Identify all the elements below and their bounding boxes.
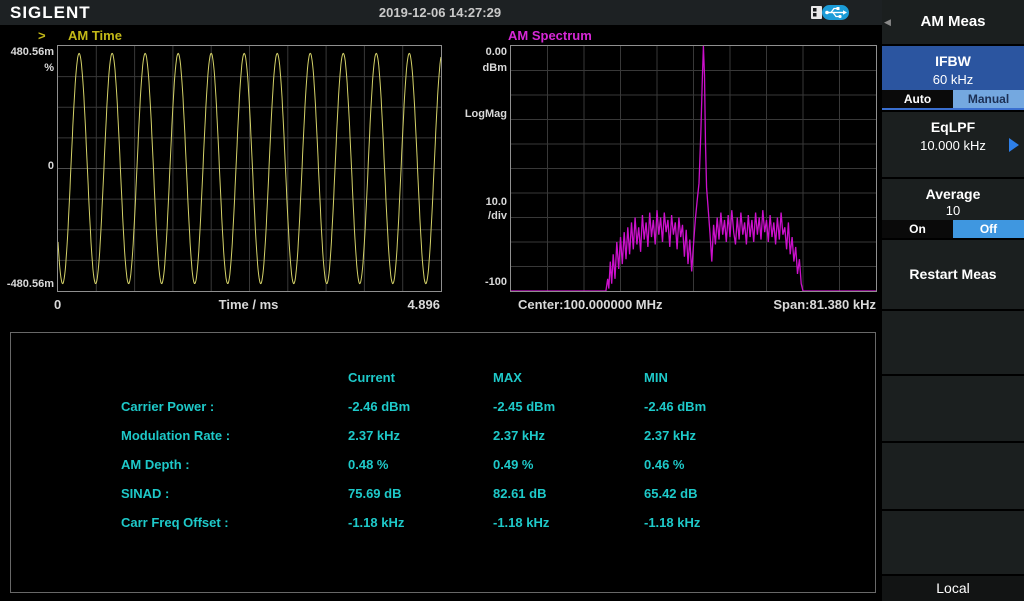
softkey-menu: ◀ AM Meas IFBW 60 kHz Auto Manual EqLPF … [882, 0, 1024, 601]
measurement-results-panel: Current MAX MIN Carrier Power : -2.46 dB… [10, 332, 876, 593]
spectrum-div-unit: /div [450, 210, 507, 222]
top-status-bar: SIGLENT 2019-12-06 14:27:29 [0, 0, 1024, 25]
status-icons [810, 4, 850, 21]
spectrum-chart-title: AM Spectrum [508, 28, 592, 43]
time-y-min-label: -480.56m [0, 278, 54, 290]
softkey-restart-meas-label: Restart Meas [882, 240, 1024, 282]
average-off-toggle[interactable]: Off [953, 220, 1024, 238]
softkey-eqlpf[interactable]: EqLPF 10.000 kHz [882, 112, 1024, 177]
value-max: 0.49 % [493, 457, 644, 472]
menu-back-arrow-icon: ◀ [884, 17, 891, 28]
value-min: 2.37 kHz [644, 428, 875, 443]
value-min: -1.18 kHz [644, 515, 875, 530]
softkey-ifbw[interactable]: IFBW 60 kHz Auto Manual [882, 46, 1024, 110]
spectrum-scale-label: LogMag [450, 108, 507, 120]
time-y-unit-label: % [0, 62, 54, 74]
softkey-empty-3 [882, 443, 1024, 509]
spectrum-floor-label: -100 [450, 276, 507, 288]
spectrum-ref-unit: dBm [450, 62, 507, 74]
value-current: -1.18 kHz [348, 515, 493, 530]
value-max: -2.45 dBm [493, 399, 644, 414]
table-row-am-depth: AM Depth : 0.48 % 0.49 % 0.46 % [11, 450, 875, 479]
softkey-restart-meas[interactable]: Restart Meas [882, 240, 1024, 309]
softkey-empty-4 [882, 511, 1024, 574]
softkey-empty-1 [882, 311, 1024, 374]
ifbw-auto-toggle[interactable]: Auto [882, 90, 953, 108]
time-x-end-label: 4.896 [340, 297, 440, 312]
spectrum-center-freq-label: Center:100.000000 MHz [518, 297, 663, 312]
menu-title-bar: ◀ AM Meas [882, 0, 1024, 44]
softkey-eqlpf-value: 10.000 kHz [882, 135, 1024, 153]
value-current: -2.46 dBm [348, 399, 493, 414]
time-plot-area [57, 45, 442, 292]
value-min: -2.46 dBm [644, 399, 875, 414]
row-label: AM Depth : [121, 457, 348, 472]
column-header-min: MIN [644, 370, 875, 385]
softkey-empty-2 [882, 376, 1024, 441]
row-label: SINAD : [121, 486, 348, 501]
spectrum-span-label: Span:81.380 kHz [676, 297, 876, 312]
row-label: Modulation Rate : [121, 428, 348, 443]
softkey-average[interactable]: Average 10 On Off [882, 179, 1024, 238]
softkey-ifbw-label: IFBW [882, 46, 1024, 69]
row-label: Carr Freq Offset : [121, 515, 348, 530]
time-chart-title: AM Time [68, 28, 122, 43]
value-max: 2.37 kHz [493, 428, 644, 443]
local-status: Local [882, 576, 1024, 601]
softkey-average-label: Average [882, 179, 1024, 202]
time-y-zero-label: 0 [0, 160, 54, 172]
value-max: -1.18 kHz [493, 515, 644, 530]
table-header-row: Current MAX MIN [11, 363, 875, 392]
trace-marker: > [38, 28, 46, 43]
local-status-label: Local [882, 576, 1024, 596]
row-label: Carrier Power : [121, 399, 348, 414]
value-current: 75.69 dB [348, 486, 493, 501]
measurement-table: Current MAX MIN Carrier Power : -2.46 dB… [11, 363, 875, 537]
softkey-ifbw-value: 60 kHz [882, 69, 1024, 87]
analyzer-screen: SIGLENT 2019-12-06 14:27:29 [0, 0, 1024, 601]
spectrum-div-label: 10.0 [450, 196, 507, 208]
value-max: 82.61 dB [493, 486, 644, 501]
column-header-max: MAX [493, 370, 644, 385]
table-row-modulation-rate: Modulation Rate : 2.37 kHz 2.37 kHz 2.37… [11, 421, 875, 450]
column-header-current: Current [348, 370, 493, 385]
usb-icon [822, 5, 849, 20]
value-current: 0.48 % [348, 457, 493, 472]
ifbw-manual-toggle[interactable]: Manual [953, 90, 1024, 108]
storage-icon [811, 6, 822, 19]
menu-title: AM Meas [882, 0, 1024, 30]
softkey-eqlpf-label: EqLPF [882, 112, 1024, 135]
value-current: 2.37 kHz [348, 428, 493, 443]
softkey-average-value: 10 [882, 202, 1024, 218]
spectrum-ref-label: 0.00 [450, 46, 507, 58]
time-y-max-label: 480.56m [0, 46, 54, 58]
table-row-sinad: SINAD : 75.69 dB 82.61 dB 65.42 dB [11, 479, 875, 508]
submenu-arrow-icon [1009, 138, 1019, 152]
value-min: 65.42 dB [644, 486, 875, 501]
average-on-toggle[interactable]: On [882, 220, 953, 238]
table-row-carrier-power: Carrier Power : -2.46 dBm -2.45 dBm -2.4… [11, 392, 875, 421]
value-min: 0.46 % [644, 457, 875, 472]
datetime-display: 2019-12-06 14:27:29 [0, 5, 880, 20]
table-row-carr-freq-offset: Carr Freq Offset : -1.18 kHz -1.18 kHz -… [11, 508, 875, 537]
spectrum-plot-area [510, 45, 877, 292]
